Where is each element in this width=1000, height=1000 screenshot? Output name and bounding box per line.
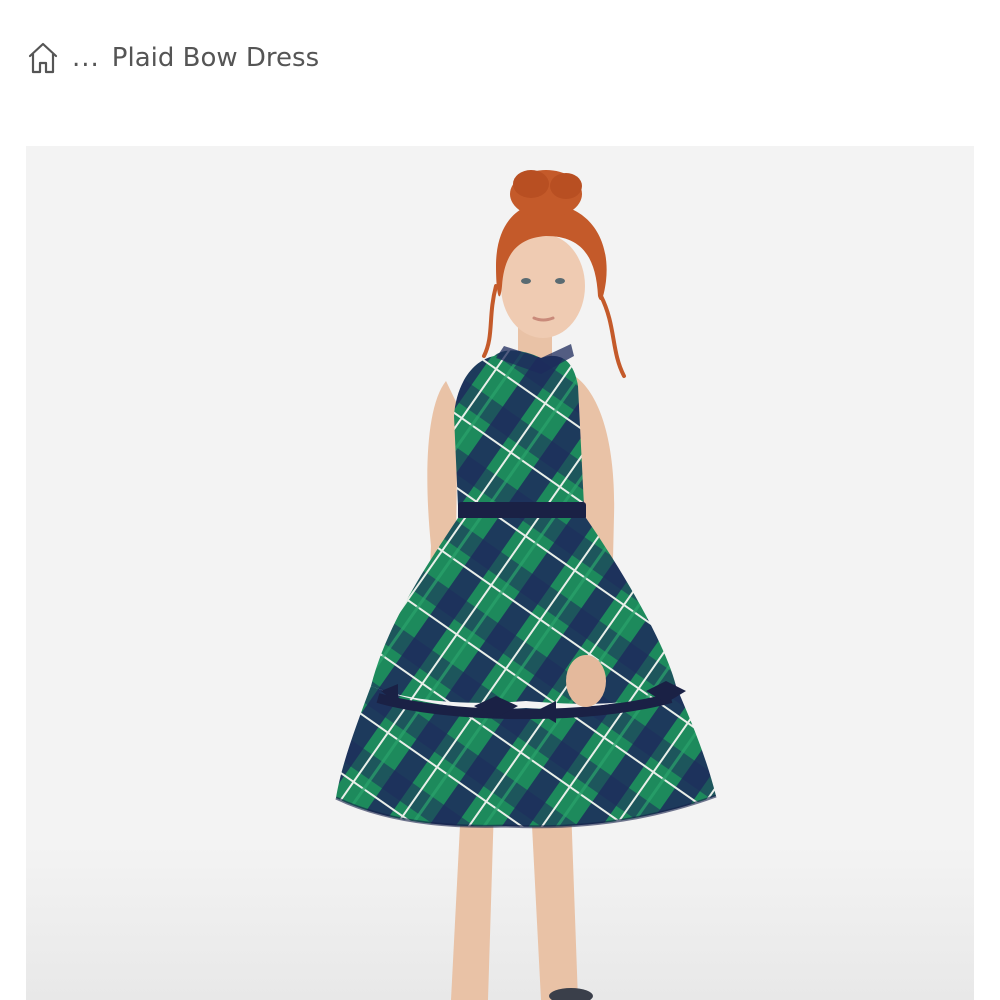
product-image xyxy=(26,146,974,1000)
page: ... Plaid Bow Dress xyxy=(0,0,1000,1000)
breadcrumb: ... Plaid Bow Dress xyxy=(26,36,319,80)
home-icon[interactable] xyxy=(26,40,60,76)
breadcrumb-current-page: Plaid Bow Dress xyxy=(111,43,320,73)
breadcrumb-ellipsis[interactable]: ... xyxy=(72,43,100,73)
